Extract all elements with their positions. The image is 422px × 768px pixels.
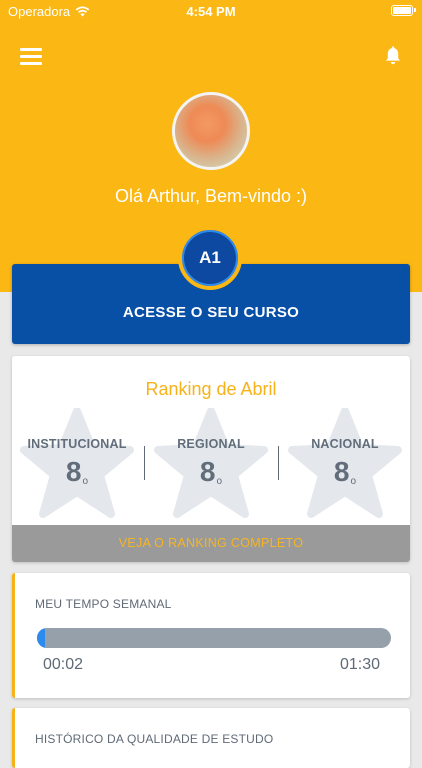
- rank-regional: REGIONAL 8o: [146, 408, 276, 518]
- notifications-button[interactable]: [382, 45, 404, 67]
- status-time: 4:54 PM: [186, 4, 236, 19]
- weekly-time-current: 00:02: [43, 656, 84, 673]
- battery-icon: [391, 5, 416, 16]
- rank-value: 8o: [280, 456, 410, 488]
- rank-ordinal: o: [82, 476, 89, 487]
- study-quality-history-card[interactable]: HISTÓRICO DA QUALIDADE DE ESTUDO: [12, 708, 410, 768]
- rank-ordinal: o: [350, 476, 357, 487]
- access-course-label: ACESSE O SEU CURSO: [122, 304, 300, 321]
- full-ranking-button[interactable]: VEJA O RANKING COMPLETO: [12, 525, 410, 562]
- rank-number: 8: [333, 456, 350, 487]
- study-quality-history-heading: HISTÓRICO DA QUALIDADE DE ESTUDO: [35, 732, 274, 746]
- ranking-card: Ranking de Abril INSTITUCIONAL 8o REGION…: [12, 356, 410, 562]
- menu-button[interactable]: [20, 46, 44, 66]
- menu-icon-bar: [20, 55, 42, 58]
- rank-divider: [144, 446, 145, 480]
- ranking-title: Ranking de Abril: [145, 379, 277, 399]
- menu-icon-bar: [20, 62, 42, 65]
- weekly-time-card: MEU TEMPO SEMANAL 00:02 01:30: [12, 573, 410, 698]
- menu-icon: [20, 48, 42, 51]
- rank-label: REGIONAL: [177, 437, 245, 451]
- rank-label: NACIONAL: [311, 437, 379, 451]
- weekly-time-heading: MEU TEMPO SEMANAL: [35, 597, 172, 611]
- rank-national: NACIONAL 8o: [280, 408, 410, 518]
- rank-value: 8o: [146, 456, 276, 488]
- level-badge: A1: [178, 226, 242, 290]
- weekly-time-progress-bar: [37, 628, 391, 648]
- rank-number: 8: [65, 456, 82, 487]
- rank-ordinal: o: [216, 476, 223, 487]
- rank-label: INSTITUCIONAL: [27, 437, 127, 451]
- status-bar: Operadora 4:54 PM: [0, 0, 422, 24]
- weekly-time-progress-fill: [37, 628, 45, 648]
- rank-divider: [278, 446, 279, 480]
- rank-institutional: INSTITUCIONAL 8o: [12, 408, 142, 518]
- greeting-text: Olá Arthur, Bem-vindo :): [114, 186, 308, 206]
- avatar[interactable]: [172, 92, 250, 170]
- bell-icon: [386, 46, 400, 65]
- weekly-time-goal: 01:30: [339, 656, 380, 673]
- rank-value: 8o: [12, 456, 142, 488]
- rank-number: 8: [199, 456, 216, 487]
